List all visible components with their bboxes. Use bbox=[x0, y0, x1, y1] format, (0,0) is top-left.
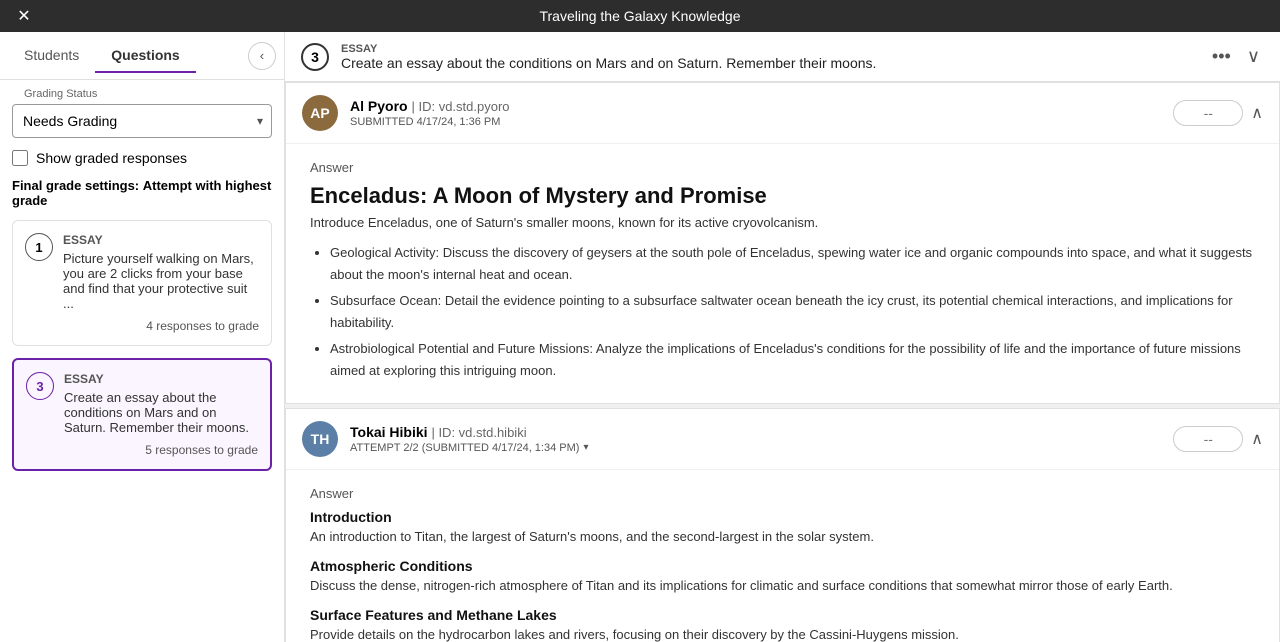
q-header-type: ESSAY bbox=[341, 43, 1196, 55]
attempt-dropdown[interactable]: ATTEMPT 2/2 (SUBMITTED 4/17/24, 1:34 PM)… bbox=[350, 442, 588, 454]
show-graded-checkbox-row[interactable]: Show graded responses bbox=[12, 150, 272, 166]
tab-students[interactable]: Students bbox=[8, 39, 95, 73]
grade-input-wrapper-al-pyoro: ∧ bbox=[1173, 100, 1263, 126]
close-button[interactable]: ✕ bbox=[12, 4, 36, 28]
avatar-tokai-hibiki: TH bbox=[302, 421, 338, 457]
collapse-tokai-hibiki-button[interactable]: ∧ bbox=[1251, 429, 1263, 449]
tabs-bar: Students Questions ‹ bbox=[0, 32, 284, 80]
essay-bullets-al-pyoro: Geological Activity: Discuss the discove… bbox=[310, 242, 1255, 383]
final-grade-row: Final grade settings: Attempt with highe… bbox=[12, 178, 272, 208]
main-layout: Students Questions ‹ Grading Status Need… bbox=[0, 32, 1280, 642]
show-graded-label: Show graded responses bbox=[36, 150, 187, 166]
grading-status-wrapper: Grading Status Needs Grading ▾ bbox=[12, 96, 272, 138]
essay-intro-al-pyoro: Introduce Enceladus, one of Saturn's sma… bbox=[310, 215, 1255, 230]
response-card-al-pyoro: AP Al Pyoro | ID: vd.std.pyoro SUBMITTED… bbox=[285, 82, 1280, 404]
question-1-responses: 4 responses to grade bbox=[25, 319, 259, 333]
grading-status-label: Grading Status bbox=[20, 88, 101, 100]
grade-input-wrapper-tokai-hibiki: ∧ bbox=[1173, 426, 1263, 452]
grade-input-tokai-hibiki[interactable] bbox=[1173, 426, 1243, 452]
q-header-desc: Create an essay about the conditions on … bbox=[341, 55, 1196, 71]
question-card-3[interactable]: 3 ESSAY Create an essay about the condit… bbox=[12, 358, 272, 471]
sidebar: Students Questions ‹ Grading Status Need… bbox=[0, 32, 285, 642]
grade-input-al-pyoro[interactable] bbox=[1173, 100, 1243, 126]
attempt-dropdown-arrow: ▾ bbox=[583, 442, 588, 453]
select-arrow-icon: ▾ bbox=[257, 114, 263, 128]
essay-title-al-pyoro: Enceladus: A Moon of Mystery and Promise bbox=[310, 183, 1255, 209]
student-status-tokai-hibiki: ATTEMPT 2/2 (SUBMITTED 4/17/24, 1:34 PM)… bbox=[350, 442, 1161, 454]
collapse-question-button[interactable]: ∨ bbox=[1243, 42, 1264, 71]
q-header-text: ESSAY Create an essay about the conditio… bbox=[341, 43, 1196, 71]
question-card-1[interactable]: 1 ESSAY Picture yourself walking on Mars… bbox=[12, 220, 272, 346]
response-body-tokai-hibiki: Answer Introduction An introduction to T… bbox=[286, 470, 1279, 642]
question-1-text: Picture yourself walking on Mars, you ar… bbox=[63, 251, 259, 311]
response-body-al-pyoro: Answer Enceladus: A Moon of Mystery and … bbox=[286, 144, 1279, 403]
student-name-al-pyoro: Al Pyoro bbox=[350, 98, 408, 114]
question-1-type: ESSAY bbox=[63, 233, 259, 247]
show-graded-checkbox[interactable] bbox=[12, 150, 28, 166]
q-header-actions: ••• ∨ bbox=[1208, 42, 1264, 71]
avatar-al-pyoro: AP bbox=[302, 95, 338, 131]
responses-area: AP Al Pyoro | ID: vd.std.pyoro SUBMITTED… bbox=[285, 82, 1280, 642]
student-id-tokai-hibiki: | ID: vd.std.hibiki bbox=[431, 425, 526, 440]
tab-questions[interactable]: Questions bbox=[95, 39, 195, 73]
question-3-responses: 5 responses to grade bbox=[26, 443, 258, 457]
student-status-al-pyoro: SUBMITTED 4/17/24, 1:36 PM bbox=[350, 116, 1161, 128]
sections-tokai-hibiki: Introduction An introduction to Titan, t… bbox=[310, 509, 1255, 642]
response-card-al-pyoro-header: AP Al Pyoro | ID: vd.std.pyoro SUBMITTED… bbox=[286, 83, 1279, 144]
bullet-1: Subsurface Ocean: Detail the evidence po… bbox=[330, 290, 1255, 334]
answer-label-tokai-hibiki: Answer bbox=[310, 486, 1255, 501]
section-text-1: Discuss the dense, nitrogen-rich atmosph… bbox=[310, 578, 1255, 593]
grading-status-value: Needs Grading bbox=[23, 113, 117, 129]
bullet-2: Astrobiological Potential and Future Mis… bbox=[330, 338, 1255, 382]
student-info-tokai-hibiki: Tokai Hibiki | ID: vd.std.hibiki ATTEMPT… bbox=[350, 424, 1161, 454]
final-grade-prefix: Final grade settings: bbox=[12, 178, 139, 193]
question-3-number: 3 bbox=[26, 372, 54, 400]
sidebar-body: Grading Status Needs Grading ▾ Show grad… bbox=[0, 80, 284, 642]
collapse-al-pyoro-button[interactable]: ∧ bbox=[1251, 103, 1263, 123]
question-1-number: 1 bbox=[25, 233, 53, 261]
section-text-2: Provide details on the hydrocarbon lakes… bbox=[310, 627, 1255, 642]
section-title-2: Surface Features and Methane Lakes bbox=[310, 607, 1255, 623]
question-3-type: ESSAY bbox=[64, 372, 258, 386]
student-id-al-pyoro: | ID: vd.std.pyoro bbox=[411, 99, 509, 114]
more-options-button[interactable]: ••• bbox=[1208, 42, 1235, 71]
nav-back-button[interactable]: ‹ bbox=[248, 42, 276, 70]
student-name-tokai-hibiki: Tokai Hibiki bbox=[350, 424, 428, 440]
question-card-3-header: 3 ESSAY Create an essay about the condit… bbox=[26, 372, 258, 435]
response-card-tokai-hibiki: TH Tokai Hibiki | ID: vd.std.hibiki ATTE… bbox=[285, 408, 1280, 642]
section-title-0: Introduction bbox=[310, 509, 1255, 525]
response-card-tokai-hibiki-header: TH Tokai Hibiki | ID: vd.std.hibiki ATTE… bbox=[286, 409, 1279, 470]
question-3-text: Create an essay about the conditions on … bbox=[64, 390, 258, 435]
bullet-0: Geological Activity: Discuss the discove… bbox=[330, 242, 1255, 286]
top-bar: ✕ Traveling the Galaxy Knowledge bbox=[0, 0, 1280, 32]
section-text-0: An introduction to Titan, the largest of… bbox=[310, 529, 1255, 544]
question-header: 3 ESSAY Create an essay about the condit… bbox=[285, 32, 1280, 82]
q-header-number: 3 bbox=[301, 43, 329, 71]
grading-status-select[interactable]: Needs Grading ▾ bbox=[12, 104, 272, 138]
content-area: 3 ESSAY Create an essay about the condit… bbox=[285, 32, 1280, 642]
answer-label-al-pyoro: Answer bbox=[310, 160, 1255, 175]
student-info-al-pyoro: Al Pyoro | ID: vd.std.pyoro SUBMITTED 4/… bbox=[350, 98, 1161, 128]
section-title-1: Atmospheric Conditions bbox=[310, 558, 1255, 574]
app-title: Traveling the Galaxy Knowledge bbox=[539, 8, 740, 24]
question-card-1-header: 1 ESSAY Picture yourself walking on Mars… bbox=[25, 233, 259, 311]
